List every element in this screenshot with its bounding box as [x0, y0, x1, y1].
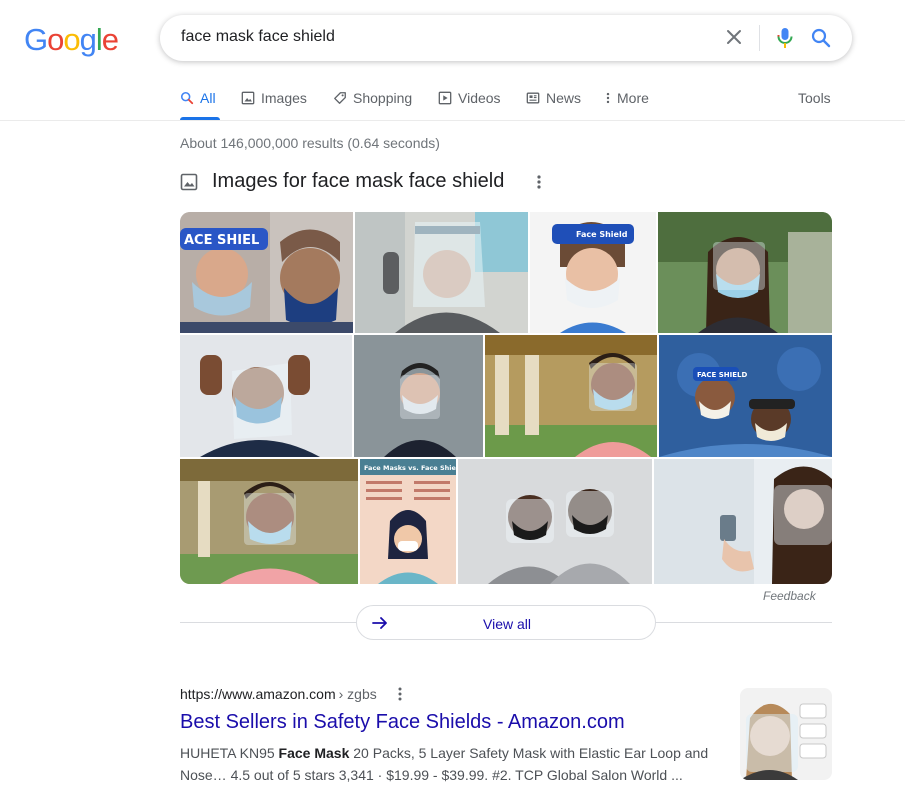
snippet-text: HUHETA KN95 — [180, 745, 279, 761]
tools-button[interactable]: Tools — [798, 90, 831, 106]
image-thumbnail[interactable] — [180, 335, 352, 457]
image-thumbnail[interactable] — [180, 459, 358, 584]
image-thumbnail[interactable]: FACE SHIELD — [659, 335, 832, 457]
svg-text:Face Masks vs. Face Shields: Face Masks vs. Face Shields — [364, 464, 456, 472]
kebab-icon — [606, 92, 610, 104]
image-thumbnail[interactable]: ACE SHIEL — [180, 212, 353, 333]
close-icon[interactable] — [722, 25, 746, 49]
image-thumbnail[interactable] — [485, 335, 657, 457]
tab-label: More — [617, 90, 649, 106]
more-options-icon[interactable] — [397, 686, 403, 702]
google-logo[interactable]: Google — [24, 22, 119, 58]
tab-label: All — [200, 90, 216, 106]
svg-text:Face Shield: Face Shield — [576, 230, 628, 239]
tab-all[interactable]: All — [180, 90, 216, 106]
tab-more[interactable]: More — [605, 90, 649, 106]
image-thumbnail[interactable] — [658, 212, 832, 333]
tab-label: Shopping — [353, 90, 413, 106]
image-thumbnail[interactable]: Face Shield — [530, 212, 656, 333]
view-all-button[interactable]: View all — [356, 605, 656, 640]
result-snippet: HUHETA KN95 Face Mask 20 Packs, 5 Layer … — [180, 742, 725, 786]
result-breadcrumb: › zgbs — [338, 686, 377, 702]
images-section-header: Images for face mask face shield — [180, 170, 542, 193]
logo-letter: o — [47, 22, 64, 57]
tab-shopping[interactable]: Shopping — [333, 90, 412, 106]
play-icon — [438, 91, 452, 105]
result-stats: About 146,000,000 results (0.64 seconds) — [180, 135, 440, 151]
tag-icon — [334, 92, 346, 104]
logo-letter: g — [79, 22, 97, 57]
result-url[interactable]: https://www.amazon.com › zgbs — [180, 686, 403, 702]
view-all-label: View all — [483, 616, 531, 632]
snippet-highlight: Face Mask — [278, 745, 350, 761]
logo-letter: o — [63, 22, 80, 57]
image-grid: ACE SHIEL Face Shield FACE SHIELD Face M… — [180, 212, 832, 584]
logo-letter: G — [24, 22, 48, 57]
image-thumbnail[interactable] — [354, 335, 483, 457]
svg-text:FACE SHIELD: FACE SHIELD — [697, 371, 747, 379]
search-box[interactable]: face mask face shield — [160, 15, 852, 61]
feedback-link[interactable]: Feedback — [763, 589, 816, 603]
result-domain: https://www.amazon.com — [180, 686, 336, 702]
header-divider — [0, 120, 905, 121]
more-options-icon[interactable] — [536, 174, 542, 190]
newspaper-icon — [526, 92, 540, 104]
search-icon — [180, 91, 194, 105]
tab-label: News — [546, 90, 582, 106]
image-thumbnail[interactable] — [458, 459, 652, 584]
tab-images[interactable]: Images — [241, 90, 307, 106]
image-icon — [180, 173, 198, 190]
result-thumbnail[interactable] — [740, 688, 832, 780]
result-title-link[interactable]: Best Sellers in Safety Face Shields - Am… — [180, 711, 625, 734]
tools-label: Tools — [798, 90, 831, 106]
tab-label: Images — [261, 90, 307, 106]
tab-news[interactable]: News — [526, 90, 581, 106]
svg-text:ACE SHIEL: ACE SHIEL — [184, 233, 259, 248]
search-divider — [759, 25, 760, 51]
search-tabs: All Images Shopping Videos News More Too… — [180, 88, 832, 112]
image-thumbnail[interactable] — [355, 212, 528, 333]
images-section-title[interactable]: Images for face mask face shield — [212, 170, 504, 193]
logo-letter: e — [101, 22, 119, 57]
search-input[interactable]: face mask face shield — [181, 28, 335, 46]
tab-videos[interactable]: Videos — [438, 90, 501, 106]
image-icon — [241, 91, 255, 105]
search-icon[interactable] — [809, 26, 833, 50]
image-thumbnail[interactable]: Face Masks vs. Face Shields — [360, 459, 456, 584]
mic-icon[interactable] — [773, 25, 797, 51]
image-thumbnail[interactable] — [654, 459, 832, 584]
tab-label: Videos — [458, 90, 501, 106]
